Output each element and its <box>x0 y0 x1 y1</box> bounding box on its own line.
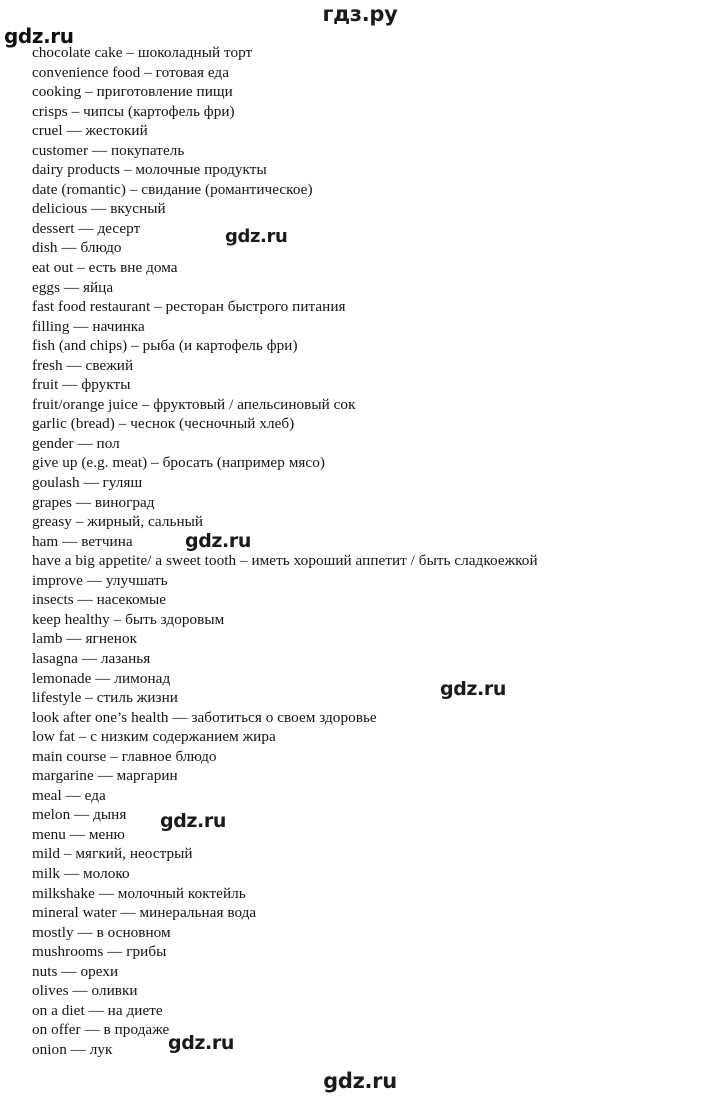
vocabulary-entry: menu — меню <box>32 825 125 843</box>
vocabulary-entry: delicious — вкусный <box>32 200 166 218</box>
vocabulary-entry: meal — еда <box>32 786 106 804</box>
vocabulary-entry: lemonade — лимонад <box>32 669 171 687</box>
vocabulary-entry: lasagna — лазанья <box>32 649 151 667</box>
vocabulary-entry: milk — молоко <box>32 864 130 882</box>
vocabulary-entry: fish (and chips) – рыба (и картофель фри… <box>32 337 298 355</box>
vocabulary-entry: onion — лук <box>32 1040 113 1058</box>
vocabulary-entry: cooking – приготовление пищи <box>32 83 233 101</box>
vocabulary-entry: garlic (bread) – чеснок (чесночный хлеб) <box>32 415 295 433</box>
vocabulary-entry: mostly — в основном <box>32 923 171 941</box>
vocabulary-entry: fruit/orange juice – фруктовый / апельси… <box>32 395 356 413</box>
vocabulary-entry: goulash — гуляш <box>32 474 143 492</box>
vocabulary-entry: improve — улучшать <box>32 571 168 589</box>
vocabulary-entry: ham — ветчина <box>32 532 133 550</box>
vocabulary-entry: insects — насекомые <box>32 591 167 609</box>
scanned-page: гдз.ру gdz.ru chocolate cake – шоколадны… <box>0 0 720 1101</box>
watermark-bottom-center: gdz.ru <box>323 1069 397 1093</box>
vocabulary-entry: fast food restaurant – ресторан быстрого… <box>32 298 346 316</box>
vocabulary-entry: main course – главное блюдо <box>32 747 217 765</box>
vocabulary-entry: dairy products – молочные продукты <box>32 161 267 179</box>
vocabulary-entry: cruel — жестокий <box>32 122 148 140</box>
vocabulary-entry: look after one’s health — заботиться о с… <box>32 708 377 726</box>
vocabulary-entry: margarine — маргарин <box>32 767 178 785</box>
vocabulary-entry: customer — покупатель <box>32 141 185 159</box>
vocabulary-entry: chocolate cake – шоколадный торт <box>32 44 253 61</box>
vocabulary-entry: melon — дыня <box>32 806 127 824</box>
vocabulary-entry: eggs — яйца <box>32 278 114 296</box>
vocabulary-entry: crisps – чипсы (картофель фри) <box>32 102 235 120</box>
vocabulary-entry: nuts — орехи <box>32 962 119 980</box>
vocabulary-entry: grapes — виноград <box>32 493 155 511</box>
vocabulary-entry: fresh — свежий <box>32 356 134 374</box>
vocabulary-entry: milkshake — молочный коктейль <box>32 884 246 902</box>
vocabulary-list: chocolate cake – шоколадный торт convenie… <box>32 43 704 1059</box>
vocabulary-entry: keep healthy – быть здоровым <box>32 610 225 628</box>
vocabulary-entry: mineral water — минеральная вода <box>32 904 257 922</box>
vocabulary-entry: filling — начинка <box>32 317 145 335</box>
vocabulary-entry: greasy – жирный, сальный <box>32 513 204 531</box>
vocabulary-entry: fruit — фрукты <box>32 376 131 394</box>
vocabulary-entry: dish — блюдо <box>32 239 122 257</box>
vocabulary-entry: gender — пол <box>32 434 120 452</box>
vocabulary-entry: mushrooms — грибы <box>32 943 167 961</box>
vocabulary-entry: have a big appetite/ a sweet tooth – име… <box>32 552 538 570</box>
vocabulary-entry: mild – мягкий, неострый <box>32 845 193 863</box>
vocabulary-entry: lifestyle – стиль жизни <box>32 689 178 707</box>
vocabulary-entry: date (romantic) – свидание (романтическо… <box>32 180 313 198</box>
vocabulary-entry: dessert — десерт <box>32 219 141 237</box>
vocabulary-entry: eat out – есть вне дома <box>32 259 178 277</box>
vocabulary-entry: on a diet — на диете <box>32 1001 163 1019</box>
vocabulary-entry: lamb — ягненок <box>32 630 138 648</box>
vocabulary-entry: low fat – с низким содержанием жира <box>32 728 276 746</box>
vocabulary-entry: olives — оливки <box>32 982 138 1000</box>
watermark-top-center: гдз.ру <box>322 2 398 26</box>
vocabulary-entry: on offer — в продаже <box>32 1021 170 1039</box>
vocabulary-entry: give up (e.g. meat) – бросать (например … <box>32 454 325 472</box>
vocabulary-entry: convenience food – готовая еда <box>32 63 229 81</box>
